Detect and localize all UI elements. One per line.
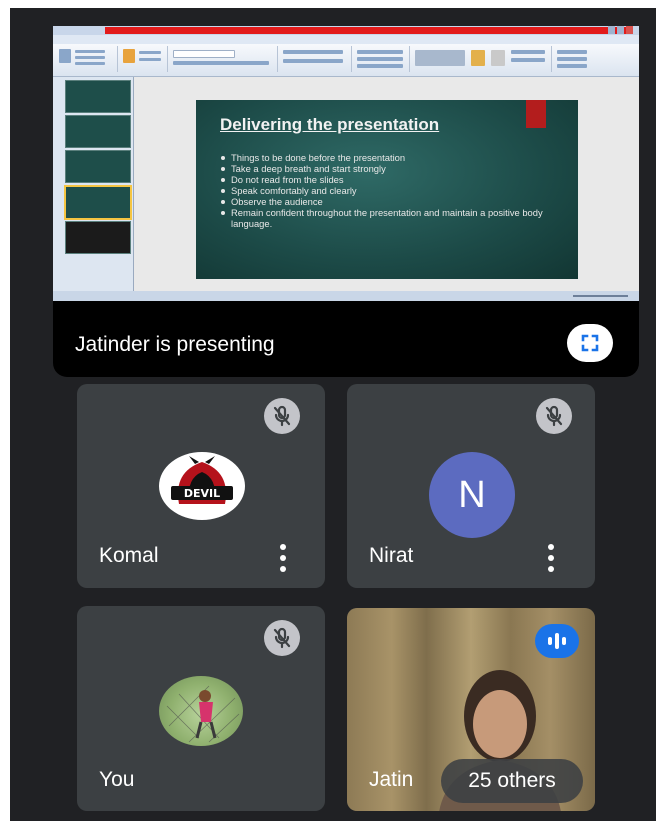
participant-name: You [99,768,135,791]
avatar-you [159,676,243,746]
presenting-label: Jatinder is presenting [75,333,275,356]
current-slide: Delivering the presentation Things to be… [196,100,578,279]
fullscreen-icon [581,334,599,352]
slide-bullet: Do not read from the slides [220,174,560,185]
avatar-nirat: N [429,452,515,538]
participant-name: Komal [99,544,159,567]
mic-off-icon [273,405,291,427]
ppt-editor-area: Delivering the presentation Things to be… [134,77,639,291]
participant-name: Nirat [369,544,414,567]
ppt-status-bar [53,291,639,301]
participant-tile-jatinder[interactable]: Jatin 25 others [347,608,595,811]
meet-window: Delivering the presentation Things to be… [10,8,656,821]
participant-name: Jatin [369,768,414,791]
participant-tile-komal[interactable]: DEVIL Komal [77,384,325,588]
slide-thumbnail [65,221,131,254]
speaking-indicator [535,624,579,658]
participant-tile-you[interactable]: You [77,606,325,811]
slide-bullet: Observe the audience [220,196,560,207]
mic-off-icon [273,627,291,649]
more-options-button[interactable] [543,542,559,576]
mic-off-button[interactable] [264,398,300,434]
avatar-komal: DEVIL [159,452,245,520]
audio-level-icon [548,633,566,649]
fullscreen-button[interactable] [567,324,613,362]
ppt-ribbon [53,44,639,77]
slide-thumbnail [65,115,131,148]
more-options-button[interactable] [275,542,291,576]
slide-red-accent [526,100,546,128]
profile-photo-icon [166,685,240,743]
slide-thumbnail [65,80,131,113]
slide-bullet: Things to be done before the presentatio… [220,152,560,163]
slide-thumbnail [65,150,131,183]
mic-off-button[interactable] [536,398,572,434]
slide-bullet: Speak comfortably and clearly [220,185,560,196]
slide-bullets: Things to be done before the presentatio… [220,152,560,229]
mic-off-button[interactable] [264,620,300,656]
participant-tile-nirat[interactable]: N Nirat [347,384,595,588]
presentation-card[interactable]: Delivering the presentation Things to be… [53,26,639,377]
devil-logo-icon: DEVIL [171,456,233,504]
ppt-title-bar [53,26,639,35]
mic-off-icon [545,405,563,427]
slide-thumbnails-pane [53,77,134,291]
slide-thumbnail-active [64,185,132,220]
slide-bullet: Remain confident throughout the presenta… [220,207,560,229]
shared-screen: Delivering the presentation Things to be… [53,26,639,301]
slide-bullet: Take a deep breath and start strongly [220,163,560,174]
svg-text:DEVIL: DEVIL [184,487,220,500]
others-count-button[interactable]: 25 others [441,759,583,803]
ppt-menu-bar [53,35,639,44]
slide-title: Delivering the presentation [220,115,440,134]
